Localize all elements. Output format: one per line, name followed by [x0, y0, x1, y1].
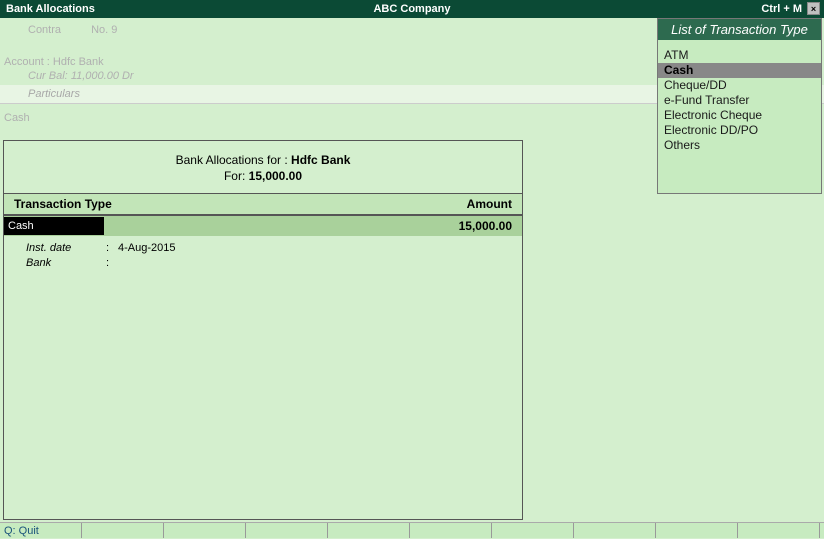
bottom-slot-9[interactable]	[656, 523, 738, 538]
list-item-efund-transfer[interactable]: e-Fund Transfer	[658, 93, 821, 108]
bank-label: Bank	[26, 257, 106, 269]
dialog-for-amount: 15,000.00	[249, 169, 302, 183]
dialog-title-prefix: Bank Allocations for :	[176, 153, 291, 167]
quit-label: Quit	[16, 525, 39, 537]
sidebar-title: List of Transaction Type	[658, 19, 821, 40]
quit-key: Q:	[4, 525, 16, 537]
dialog-header: Bank Allocations for : Hdfc Bank For: 15…	[4, 141, 522, 193]
inst-date-label: Inst. date	[26, 242, 106, 254]
allocation-row[interactable]: Cash 15,000.00	[4, 216, 522, 236]
col-amount: Amount	[467, 197, 512, 211]
list-item-electronic-cheque[interactable]: Electronic Cheque	[658, 108, 821, 123]
list-item-atm[interactable]: ATM	[658, 48, 821, 63]
list-item-electronic-dd-po[interactable]: Electronic DD/PO	[658, 123, 821, 138]
shortcut-hint: Ctrl + M	[761, 3, 802, 15]
company-name: ABC Company	[373, 3, 450, 15]
bottom-slot-6[interactable]	[410, 523, 492, 538]
close-icon[interactable]: ×	[807, 2, 820, 15]
dialog-title-bank: Hdfc Bank	[291, 153, 350, 167]
bottom-button-bar: Q: Quit	[0, 522, 824, 538]
voucher-type-label: Contra	[28, 24, 88, 36]
account-value: Hdfc Bank	[53, 56, 104, 68]
allocation-details: Inst. date : 4-Aug-2015 Bank :	[4, 236, 522, 270]
quit-button[interactable]: Q: Quit	[0, 523, 82, 538]
screen-title: Bank Allocations	[0, 3, 95, 15]
account-label: Account :	[4, 56, 50, 68]
bottom-slot-7[interactable]	[492, 523, 574, 538]
list-item-others[interactable]: Others	[658, 138, 821, 153]
bank-allocations-dialog: Bank Allocations for : Hdfc Bank For: 15…	[3, 140, 523, 520]
bottom-slot-2[interactable]	[82, 523, 164, 538]
dialog-column-headers: Transaction Type Amount	[4, 193, 522, 216]
col-transaction-type: Transaction Type	[14, 197, 112, 211]
bottom-slot-3[interactable]	[164, 523, 246, 538]
bottom-slot-5[interactable]	[328, 523, 410, 538]
list-item-cheque-dd[interactable]: Cheque/DD	[658, 78, 821, 93]
sidebar-body: ATM Cash Cheque/DD e-Fund Transfer Elect…	[658, 40, 821, 193]
voucher-no-label: No.	[91, 24, 108, 36]
transaction-type-input[interactable]: Cash	[4, 217, 104, 235]
curbal-label: Cur Bal:	[28, 70, 68, 82]
bottom-slot-4[interactable]	[246, 523, 328, 538]
bottom-slot-10[interactable]	[738, 523, 820, 538]
particulars-header: Particulars	[28, 88, 80, 100]
list-item-cash[interactable]: Cash	[658, 63, 821, 78]
transaction-type-list: List of Transaction Type ATM Cash Cheque…	[657, 18, 822, 194]
dialog-body: Cash 15,000.00 Inst. date : 4-Aug-2015 B…	[4, 216, 522, 270]
title-bar: Bank Allocations ABC Company Ctrl + M ×	[0, 0, 824, 18]
allocation-amount: 15,000.00	[459, 219, 522, 233]
dialog-for-label: For:	[224, 169, 249, 183]
particulars-cash: Cash	[4, 112, 30, 124]
bottom-slot-8[interactable]	[574, 523, 656, 538]
inst-date-value: 4-Aug-2015	[118, 242, 176, 254]
voucher-no-value: 9	[111, 24, 117, 36]
curbal-value: 11,000.00 Dr	[71, 70, 134, 82]
